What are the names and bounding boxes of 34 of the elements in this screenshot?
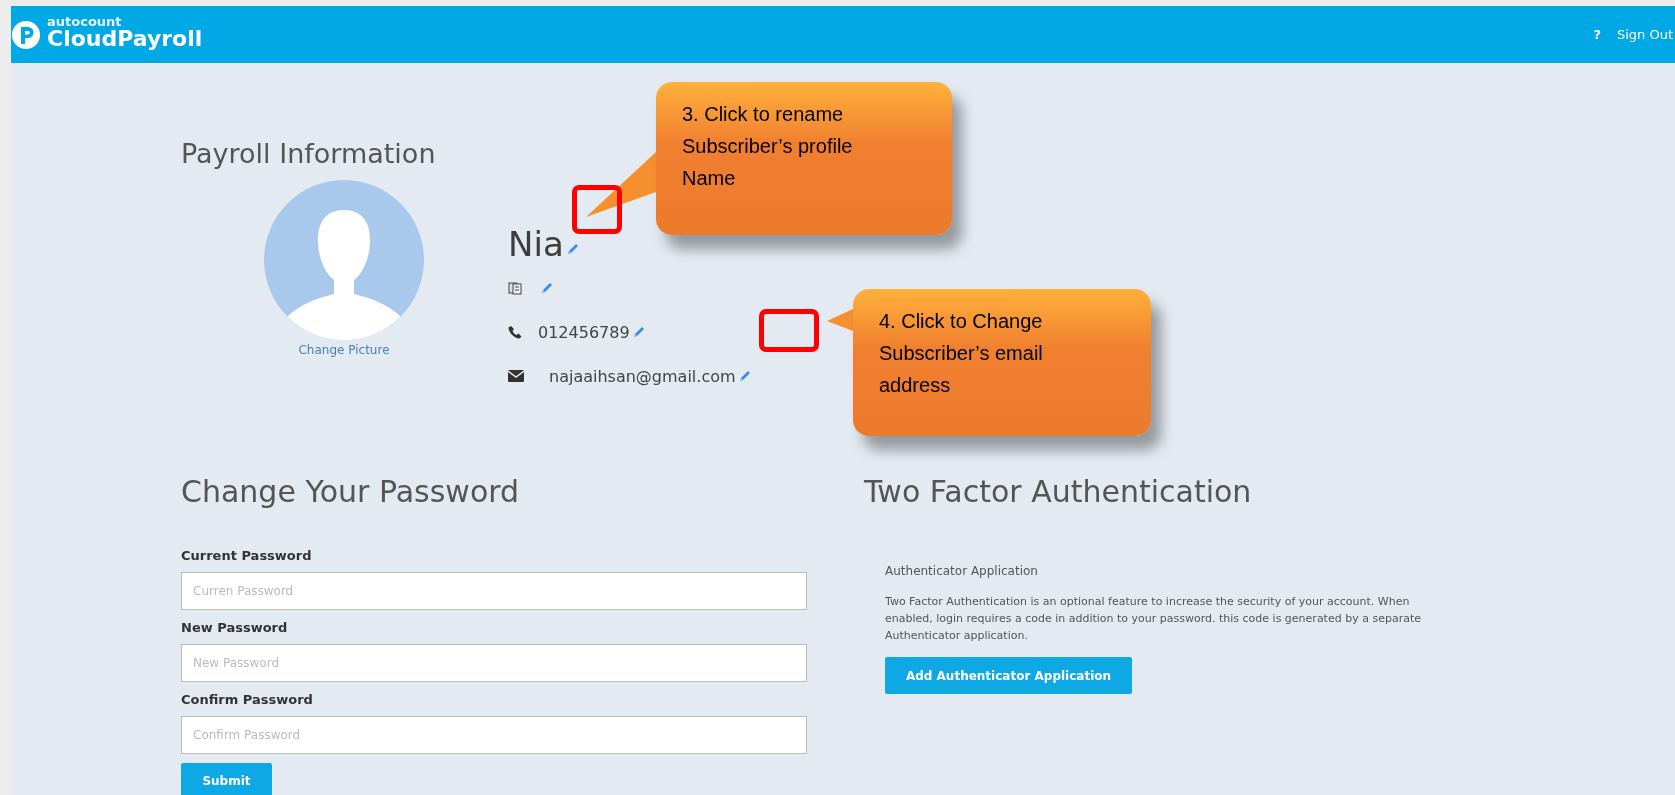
password-field[interactable]: New Password xyxy=(181,644,807,682)
edit-name-icon[interactable] xyxy=(565,242,580,256)
profile-name: Nia xyxy=(508,224,564,264)
highlight-frame xyxy=(572,185,622,234)
edit-phone-icon[interactable] xyxy=(631,325,646,339)
password-field[interactable]: Confirm Password xyxy=(181,716,807,754)
callout-pointer xyxy=(827,309,853,331)
field-label: New Password xyxy=(181,619,289,637)
section-title: Two Factor Authentication xyxy=(864,473,1253,511)
callout-note: 3. Click to rename Subscriber’s profile Name xyxy=(656,82,952,235)
logo-subtitle: autocount xyxy=(47,15,123,28)
edit-email-icon[interactable] xyxy=(737,369,752,383)
logo-title: CloudPayroll xyxy=(47,28,203,50)
envelope-icon xyxy=(508,370,524,382)
highlight-frame xyxy=(759,309,819,352)
change-picture-link[interactable]: Change Picture xyxy=(298,343,390,357)
phone-number: 012456789 xyxy=(538,322,630,342)
id-card-icon xyxy=(508,281,522,295)
sign-out-link[interactable]: Sign Out xyxy=(1616,27,1673,42)
password-field[interactable]: Curren Password xyxy=(181,572,807,610)
callout-note: 4. Click to Change Subscriber’s email address xyxy=(853,289,1151,436)
add-authenticator-button[interactable]: Add Authenticator Application xyxy=(885,657,1132,694)
edit-id-icon[interactable] xyxy=(540,281,554,295)
email-address: najaaihsan@gmail.com xyxy=(549,366,736,386)
subsection-title: Authenticator Application xyxy=(885,564,1039,578)
section-title: Payroll Information xyxy=(181,137,436,171)
description-text: Two Factor Authentication is an optional feature to increase the security of your account. When enabled, login requires a code in addition to your password. this code is generated by a separate Authenticator application. xyxy=(885,594,1422,644)
phone-icon xyxy=(508,325,522,339)
submit-button[interactable]: Submit xyxy=(181,763,272,795)
field-label: Current Password xyxy=(181,547,313,565)
help-link[interactable]: ? xyxy=(1593,27,1601,42)
callout-pointer xyxy=(586,152,656,217)
field-label: Confirm Password xyxy=(181,691,314,709)
section-title: Change Your Password xyxy=(181,473,521,511)
